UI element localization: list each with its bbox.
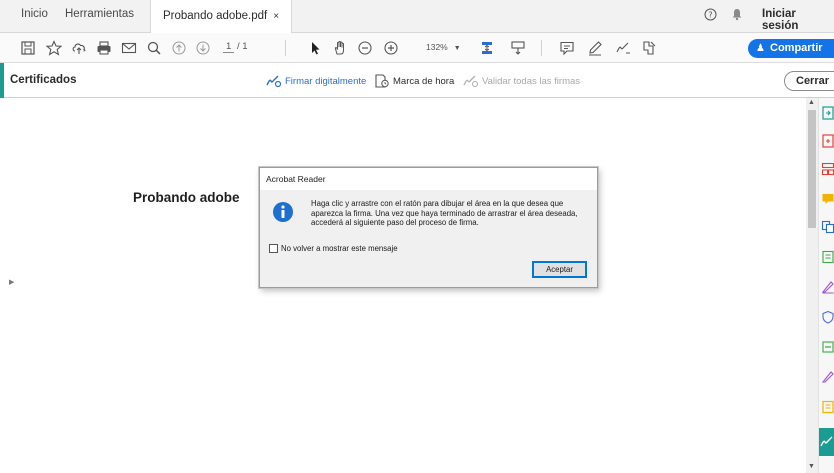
bookmark-star-icon[interactable] <box>45 39 63 57</box>
combine-files-icon[interactable] <box>821 220 834 234</box>
certificate-pen-icon <box>820 436 833 447</box>
dialog-message: Haga clic y arrastre con el ratón para d… <box>311 199 578 227</box>
left-panel-toggle-icon[interactable]: ▶ <box>9 278 14 286</box>
zoom-out-icon[interactable] <box>356 39 374 57</box>
document-text: Probando adobe <box>133 190 240 205</box>
digital-sign-button[interactable]: Firmar digitalmente <box>266 74 366 88</box>
validate-all-button[interactable]: Validar todas las firmas <box>463 74 580 88</box>
scroll-down-arrow-icon[interactable]: ▼ <box>808 463 815 470</box>
bell-icon[interactable] <box>731 8 743 24</box>
checkbox-label: No volver a mostrar este mensaje <box>281 244 398 253</box>
scrollbar-thumb[interactable] <box>808 110 816 228</box>
page-down-icon[interactable] <box>194 39 212 57</box>
comment-tool-icon[interactable] <box>821 192 834 206</box>
validate-all-label: Validar todas las firmas <box>482 75 581 87</box>
checkbox-box[interactable] <box>269 244 278 253</box>
organize-pages-icon[interactable] <box>821 162 834 176</box>
scan-ocr-icon[interactable] <box>821 340 834 354</box>
certificates-tool-active[interactable] <box>819 428 834 456</box>
protect-icon[interactable] <box>821 310 834 324</box>
page-number-box[interactable]: 1 / 1 <box>223 41 248 53</box>
help-circle-icon[interactable]: ? <box>704 8 717 24</box>
scroll-mode-icon[interactable] <box>509 39 527 57</box>
select-cursor-icon[interactable] <box>306 39 324 57</box>
acrobat-dialog: Acrobat Reader Haga clic y arrastre con … <box>259 167 598 288</box>
timestamp-button[interactable]: Marca de hora <box>374 74 454 88</box>
comment-icon[interactable] <box>558 39 576 57</box>
save-icon[interactable] <box>19 39 37 57</box>
tab-bar: Inicio Herramientas Probando adobe.pdf × … <box>0 0 834 34</box>
page-total-label: / 1 <box>236 41 248 52</box>
certificates-title: Certificados <box>10 74 77 86</box>
search-icon[interactable] <box>145 39 163 57</box>
toolbar-divider <box>541 40 542 56</box>
share-label: Compartir <box>770 42 823 54</box>
tab-herramientas[interactable]: Herramientas <box>65 8 134 20</box>
certificates-accent <box>0 63 4 98</box>
vertical-scrollbar[interactable]: ▲ ▼ <box>806 98 818 473</box>
digital-sign-label: Firmar digitalmente <box>285 75 367 87</box>
zoom-dropdown[interactable]: 132% ▼ <box>426 42 461 52</box>
tab-close-icon[interactable]: × <box>273 11 279 22</box>
compress-pdf-icon[interactable] <box>821 250 834 264</box>
certificates-toolbar: Certificados Firmar digitalmente Marca d… <box>0 63 834 98</box>
validate-signature-icon <box>463 75 479 88</box>
timestamp-doc-icon <box>375 74 389 88</box>
edit-pdf-icon[interactable] <box>821 370 834 384</box>
dont-show-again-checkbox[interactable]: No volver a mostrar este mensaje <box>269 244 398 253</box>
sign-pen-icon <box>266 75 282 88</box>
fit-page-icon[interactable] <box>478 39 496 57</box>
page-up-icon[interactable] <box>170 39 188 57</box>
page-current-input[interactable]: 1 <box>223 41 235 53</box>
chevron-down-icon: ▼ <box>453 45 461 52</box>
tab-inicio[interactable]: Inicio <box>21 8 48 20</box>
dialog-titlebar: Acrobat Reader <box>260 168 597 190</box>
zoom-in-icon[interactable] <box>382 39 400 57</box>
zoom-value: 132% <box>426 42 448 52</box>
dialog-title: Acrobat Reader <box>266 174 326 184</box>
email-icon[interactable] <box>120 39 138 57</box>
sign-icon[interactable] <box>614 39 632 57</box>
right-tools-rail <box>818 98 834 473</box>
upload-cloud-icon[interactable] <box>70 39 88 57</box>
tab-document-label: Probando adobe.pdf <box>163 10 268 22</box>
timestamp-label: Marca de hora <box>393 75 455 87</box>
highlight-pen-icon[interactable] <box>586 39 604 57</box>
more-tools-icon[interactable] <box>640 39 658 57</box>
share-button[interactable]: ♟ Compartir <box>748 39 834 58</box>
svg-text:?: ? <box>708 11 712 20</box>
scroll-up-arrow-icon[interactable]: ▲ <box>808 99 815 106</box>
close-certificates-button[interactable]: Cerrar <box>784 71 834 91</box>
print-icon[interactable] <box>95 39 113 57</box>
fill-sign-icon[interactable] <box>821 280 834 294</box>
tab-document[interactable]: Probando adobe.pdf × <box>150 0 293 34</box>
signin-link[interactable]: Iniciar sesión <box>762 8 834 32</box>
info-icon <box>272 201 294 223</box>
hand-icon[interactable] <box>331 39 349 57</box>
prepare-form-icon[interactable] <box>821 400 834 414</box>
main-toolbar: 1 / 1 132% ▼ ♟ Compartir <box>0 33 834 63</box>
export-pdf-icon[interactable] <box>821 106 834 120</box>
toolbar-divider <box>285 40 286 56</box>
create-pdf-icon[interactable] <box>821 134 834 148</box>
add-user-icon: ♟ <box>756 43 765 54</box>
ok-button[interactable]: Aceptar <box>532 261 587 278</box>
